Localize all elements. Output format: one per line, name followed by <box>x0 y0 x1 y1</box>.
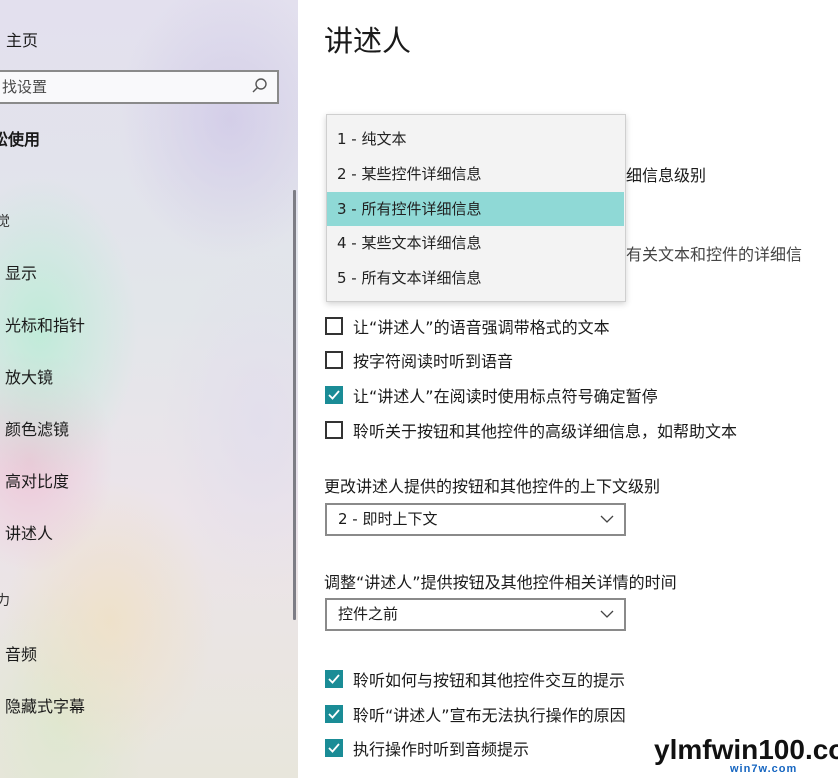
sidebar-item-cursor-pointer[interactable]: 光标和指针 <box>5 312 85 336</box>
settings-sidebar: 主页 找设置 松使用 觉 显示 光标和指针 放大镜 颜色滤镜 高对比度 讲述人 … <box>0 0 298 778</box>
checkbox-box-checked[interactable] <box>325 670 343 688</box>
sidebar-category-vision: 觉 <box>0 214 10 230</box>
checkbox-label: 聆听关于按钮和其他控件的高级详细信息，如帮助文本 <box>353 422 738 441</box>
checkmark-icon <box>328 743 340 753</box>
checkbox-box-checked[interactable] <box>325 739 343 757</box>
combobox-value: 控件之前 <box>338 605 399 623</box>
dropdown-option[interactable]: 4 - 某些文本详细信息 <box>327 226 624 260</box>
sidebar-item-color-filters[interactable]: 颜色滤镜 <box>5 416 69 440</box>
sidebar-scrollbar[interactable] <box>293 190 296 620</box>
details-timing-combobox[interactable]: 控件之前 <box>325 598 626 631</box>
checkmark-icon <box>328 709 340 719</box>
sidebar-category-hearing: 力 <box>0 593 10 609</box>
punctuation-pauses-checkbox[interactable]: 让“讲述人”在阅读时使用标点符号确定暂停 <box>325 384 658 406</box>
checkbox-label: 让“讲述人”在阅读时使用标点符号确定暂停 <box>353 387 658 406</box>
sidebar-item-narrator[interactable]: 讲述人 <box>5 520 53 544</box>
hear-phonetics-checkbox[interactable]: 按字符阅读时听到语音 <box>325 349 513 371</box>
checkbox-box[interactable] <box>325 317 343 335</box>
dropdown-option[interactable]: 2 - 某些控件详细信息 <box>327 157 624 191</box>
checkbox-label: 按字符阅读时听到语音 <box>353 352 514 371</box>
chevron-down-icon <box>600 610 614 618</box>
sidebar-item-high-contrast[interactable]: 高对比度 <box>5 468 69 492</box>
emphasize-formatted-text-checkbox[interactable]: 让“讲述人”的语音强调带格式的文本 <box>325 315 610 337</box>
checkbox-label: 聆听“讲述人”宣布无法执行操作的原因 <box>353 706 626 725</box>
search-icon <box>252 78 267 93</box>
sidebar-item-home[interactable]: 主页 <box>6 27 38 51</box>
watermark-sub: win7w.com <box>730 763 798 775</box>
checkbox-label: 聆听如何与按钮和其他控件交互的提示 <box>353 671 626 690</box>
sidebar-item-closed-captions[interactable]: 隐藏式字幕 <box>5 693 85 717</box>
detail-level-label-partial: 细信息级别 <box>626 166 707 185</box>
sidebar-item-display[interactable]: 显示 <box>5 260 37 284</box>
watermark-logo: ylmfwin100.com <box>654 734 838 765</box>
advanced-control-details-checkbox[interactable]: 聆听关于按钮和其他控件的高级详细信息，如帮助文本 <box>325 419 737 441</box>
chevron-down-icon <box>600 515 614 523</box>
checkmark-icon <box>328 674 340 684</box>
search-placeholder: 找设置 <box>2 78 48 96</box>
search-input[interactable]: 找设置 <box>0 70 279 104</box>
context-level-combobox[interactable]: 2 - 即时上下文 <box>325 503 626 536</box>
checkbox-box[interactable] <box>325 351 343 369</box>
details-timing-label: 调整“讲述人”提供按钮及其他控件相关详情的时间 <box>324 573 677 592</box>
dropdown-option-selected[interactable]: 3 - 所有控件详细信息 <box>327 192 624 226</box>
interaction-hints-checkbox[interactable]: 聆听如何与按钮和其他控件交互的提示 <box>325 668 625 690</box>
dropdown-option[interactable]: 5 - 所有文本详细信息 <box>327 261 624 295</box>
context-level-label: 更改讲述人提供的按钮和其他控件的上下文级别 <box>324 477 661 496</box>
checkbox-label: 执行操作时听到音频提示 <box>353 740 530 759</box>
dropdown-option[interactable]: 1 - 纯文本 <box>327 122 624 156</box>
checkbox-box-checked[interactable] <box>325 386 343 404</box>
announce-failure-reasons-checkbox[interactable]: 聆听“讲述人”宣布无法执行操作的原因 <box>325 703 626 725</box>
combobox-value: 2 - 即时上下文 <box>338 510 438 528</box>
context-description-partial: 有关文本和控件的详细信 <box>626 245 803 264</box>
detail-level-dropdown-list: 1 - 纯文本 2 - 某些控件详细信息 3 - 所有控件详细信息 4 - 某些… <box>326 114 626 302</box>
checkmark-icon <box>328 390 340 400</box>
sidebar-item-magnifier[interactable]: 放大镜 <box>5 364 53 388</box>
sidebar-item-audio[interactable]: 音频 <box>5 641 37 665</box>
sidebar-section-ease-of-access: 松使用 <box>0 130 41 149</box>
checkbox-label: 让“讲述人”的语音强调带格式的文本 <box>353 318 610 337</box>
page-title: 讲述人 <box>324 24 412 58</box>
checkbox-box[interactable] <box>325 421 343 439</box>
checkbox-box-checked[interactable] <box>325 705 343 723</box>
audio-cues-checkbox[interactable]: 执行操作时听到音频提示 <box>325 737 529 759</box>
